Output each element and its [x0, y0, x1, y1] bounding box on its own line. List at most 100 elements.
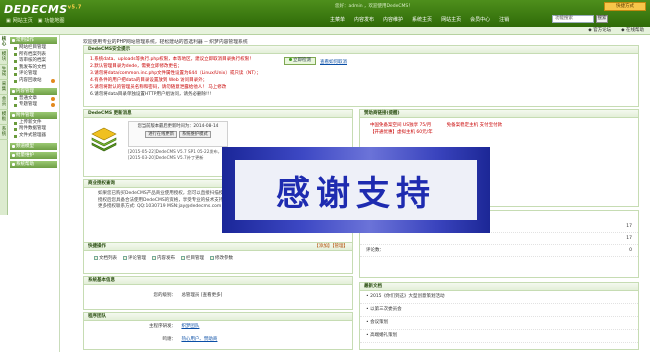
- sidebar-group-models: 频道模型: [10, 142, 57, 150]
- level-label: 您的级别：: [153, 293, 177, 298]
- bullet-icon: [14, 97, 17, 101]
- check-now-button[interactable]: 立即检测: [284, 57, 316, 65]
- nav-member[interactable]: 会员中心: [470, 16, 490, 23]
- sidebar-group-batch: 批量维护: [10, 151, 57, 159]
- thanks-link[interactable]: 热心用户、赞助商: [181, 337, 217, 342]
- sidebar-item-file-manager[interactable]: 文件式管理器: [14, 133, 57, 140]
- sidebar-item-recycle[interactable]: 内容回收站: [14, 78, 57, 85]
- layers-icon: [91, 127, 117, 152]
- bullet-icon: [14, 53, 17, 57]
- vtab-template[interactable]: 模板: [0, 110, 8, 125]
- news-panel: 最新文档 • 2015《你们到这》大型创意策划活动 • 以第三次委员会 • 会议…: [359, 282, 639, 350]
- overlay-card: 感谢支持: [235, 160, 477, 220]
- sidebar-group-title[interactable]: 系统帮助: [10, 160, 57, 168]
- news-item[interactable]: • 以第三次委员会: [360, 304, 638, 317]
- sidebar-item-columns[interactable]: 网站栏目管理: [14, 45, 57, 52]
- sponsor-link[interactable]: 免备案稳定主机 支付宝付款: [447, 122, 502, 129]
- bullet-icon: [14, 46, 17, 50]
- sidebar-group-title[interactable]: 内容管理: [10, 87, 57, 95]
- quick-doc-list[interactable]: 文档列表: [94, 255, 117, 261]
- main-nav: 主菜单 内容发布 内容维护 系统主页 网站主页 会员中心 注销: [330, 16, 509, 23]
- nav-logout[interactable]: 注销: [499, 16, 509, 23]
- security-line: 6.请勿将data目录单独设置HTTP用户组访问，请务必删除!!!: [90, 92, 212, 97]
- sidebar-group-attachments: 附件管理 上传新文件 附件数据管理 文件式管理器: [10, 111, 57, 141]
- sidebar-item-pending[interactable]: 等审核的档案: [14, 58, 57, 65]
- top-links: ▣ 网站主页 ▣ 功能地图: [6, 17, 65, 25]
- view-fix-link[interactable]: 查看如何取消: [320, 59, 347, 65]
- home-link[interactable]: ▣ 网站主页: [6, 17, 33, 25]
- vtab-generate[interactable]: 生成: [0, 65, 8, 80]
- security-line: 3.请勿将data/common.inc.php文件属性设置为644（Linux…: [90, 71, 261, 76]
- security-line: 1.系统data、uploads等执行.php权限，本等地区，建议立即取消目录执…: [90, 57, 254, 62]
- bullet-icon: [14, 79, 17, 83]
- nav-system[interactable]: 系统主页: [412, 16, 432, 23]
- bullet-icon: [14, 134, 17, 138]
- nav-maintain[interactable]: 内容维护: [383, 16, 403, 23]
- sponsor-link[interactable]: 【开通优惠】虚拟主机 60元/年: [370, 129, 433, 136]
- nav-main-menu[interactable]: 主菜单: [330, 16, 345, 23]
- function-map-link[interactable]: ▣ 功能地图: [38, 17, 65, 25]
- panel-title: 赞助商链接(提醒): [360, 110, 638, 118]
- update-box: 您当前版本最后更新时间为：2014-08-14 进行在线更新 系统维护模式: [128, 121, 228, 147]
- sidebar-item-comments[interactable]: 评论管理: [14, 71, 57, 78]
- quick-settings[interactable]: 修改参数: [210, 255, 233, 261]
- sidebar-group-title[interactable]: 频道模型: [10, 142, 57, 150]
- add-icon[interactable]: [51, 103, 55, 108]
- sidebar-group-title[interactable]: 常用操作: [10, 37, 57, 44]
- vertical-tabs: 核心 模块 生成 采集 会员 模板 系统: [0, 35, 8, 215]
- help-link[interactable]: ◆ 在线帮助: [621, 27, 644, 35]
- nav-publish[interactable]: 内容发布: [354, 16, 374, 23]
- team-link[interactable]: 织梦团队: [181, 324, 199, 329]
- sidebar-group-title[interactable]: 批量维护: [10, 151, 57, 159]
- sidebar-item-attach-data[interactable]: 附件数据管理: [14, 126, 57, 133]
- forum-link[interactable]: ◆ 官方论坛: [588, 27, 611, 35]
- quick-comments[interactable]: 评论管理: [123, 255, 146, 261]
- shortcut-button[interactable]: 快捷方式: [604, 2, 646, 11]
- top-header: DEDECMSv5.7 ▣ 网站主页 ▣ 功能地图 您好：admin ，欢迎使用…: [0, 0, 650, 27]
- bullet-icon: [14, 103, 17, 107]
- sub-bar: ◆ 官方论坛 ◆ 在线帮助: [0, 27, 650, 35]
- nav-site[interactable]: 网站主页: [441, 16, 461, 23]
- folder-icon: [181, 256, 185, 260]
- vtab-module[interactable]: 模块: [0, 50, 8, 65]
- function-search-input[interactable]: 功能搜索: [552, 15, 594, 23]
- vtab-system[interactable]: 系统: [0, 125, 8, 140]
- security-line: 2.默认管理目录为dede，需要立即修改更名；: [90, 64, 183, 69]
- vtab-core[interactable]: 核心: [0, 35, 8, 50]
- welcome-message: 欢迎使用专业的PHP网站管理系统，轻松建站的首选利器 -- 织梦内容管理系统: [83, 40, 248, 45]
- panel-title: 系统基本信息: [84, 277, 352, 285]
- bullet-icon: [14, 66, 17, 70]
- stat-value: 17: [626, 236, 632, 241]
- sidebar-group-content: 内容管理 普通文章 专题管理: [10, 87, 57, 110]
- sponsor-link[interactable]: 中国免备案空间 US独享 75/月: [370, 122, 433, 129]
- security-line: 4.有条件的用户把data的目录设置放到 Web 访问目录外；: [90, 78, 208, 83]
- news-item[interactable]: • 2015《你们到这》大型创意策划活动: [360, 291, 638, 304]
- vtab-collect[interactable]: 采集: [0, 80, 8, 95]
- news-item[interactable]: • 高端婚礼策划: [360, 330, 638, 343]
- sysinfo-panel: 系统基本信息 您的级别： 总管理员 [查看更多]: [83, 276, 353, 310]
- online-update-button[interactable]: 进行在线更新: [145, 131, 177, 138]
- recycle-icon[interactable]: [51, 79, 55, 84]
- thanks-label: 鸣谢：: [162, 337, 177, 342]
- add-manage-link[interactable]: 【添加】【管理】: [314, 243, 348, 251]
- news-item[interactable]: • 会议策划: [360, 317, 638, 330]
- vtab-member[interactable]: 会员: [0, 95, 8, 110]
- sidebar-group-help: 系统帮助: [10, 160, 57, 168]
- stat-value: 17: [626, 224, 632, 229]
- panel-title: 快捷操作 【添加】【管理】: [84, 243, 352, 251]
- search-button[interactable]: 搜索: [596, 15, 608, 23]
- welcome-bar: 您好：admin ，欢迎使用DedeCMS！: [335, 4, 413, 9]
- quick-publish[interactable]: 内容发布: [152, 255, 175, 261]
- level-value[interactable]: 总管理员 [查看更多]: [181, 293, 222, 298]
- add-icon[interactable]: [51, 96, 55, 101]
- team-label: 主程序研发：: [149, 324, 176, 329]
- logo[interactable]: DEDECMSv5.7: [4, 3, 82, 16]
- quick-columns[interactable]: 栏目管理: [181, 255, 204, 261]
- comment-count-label: 评论数：: [366, 248, 384, 253]
- sidebar-item-topics[interactable]: 专题管理: [14, 102, 57, 109]
- panel-title: 最新文档: [360, 283, 638, 291]
- maintenance-mode-button[interactable]: 系统维护模式: [179, 131, 211, 138]
- bullet-icon: [14, 121, 17, 125]
- sidebar-group-title[interactable]: 附件管理: [10, 111, 57, 119]
- panel-title: 程序团队: [84, 313, 352, 321]
